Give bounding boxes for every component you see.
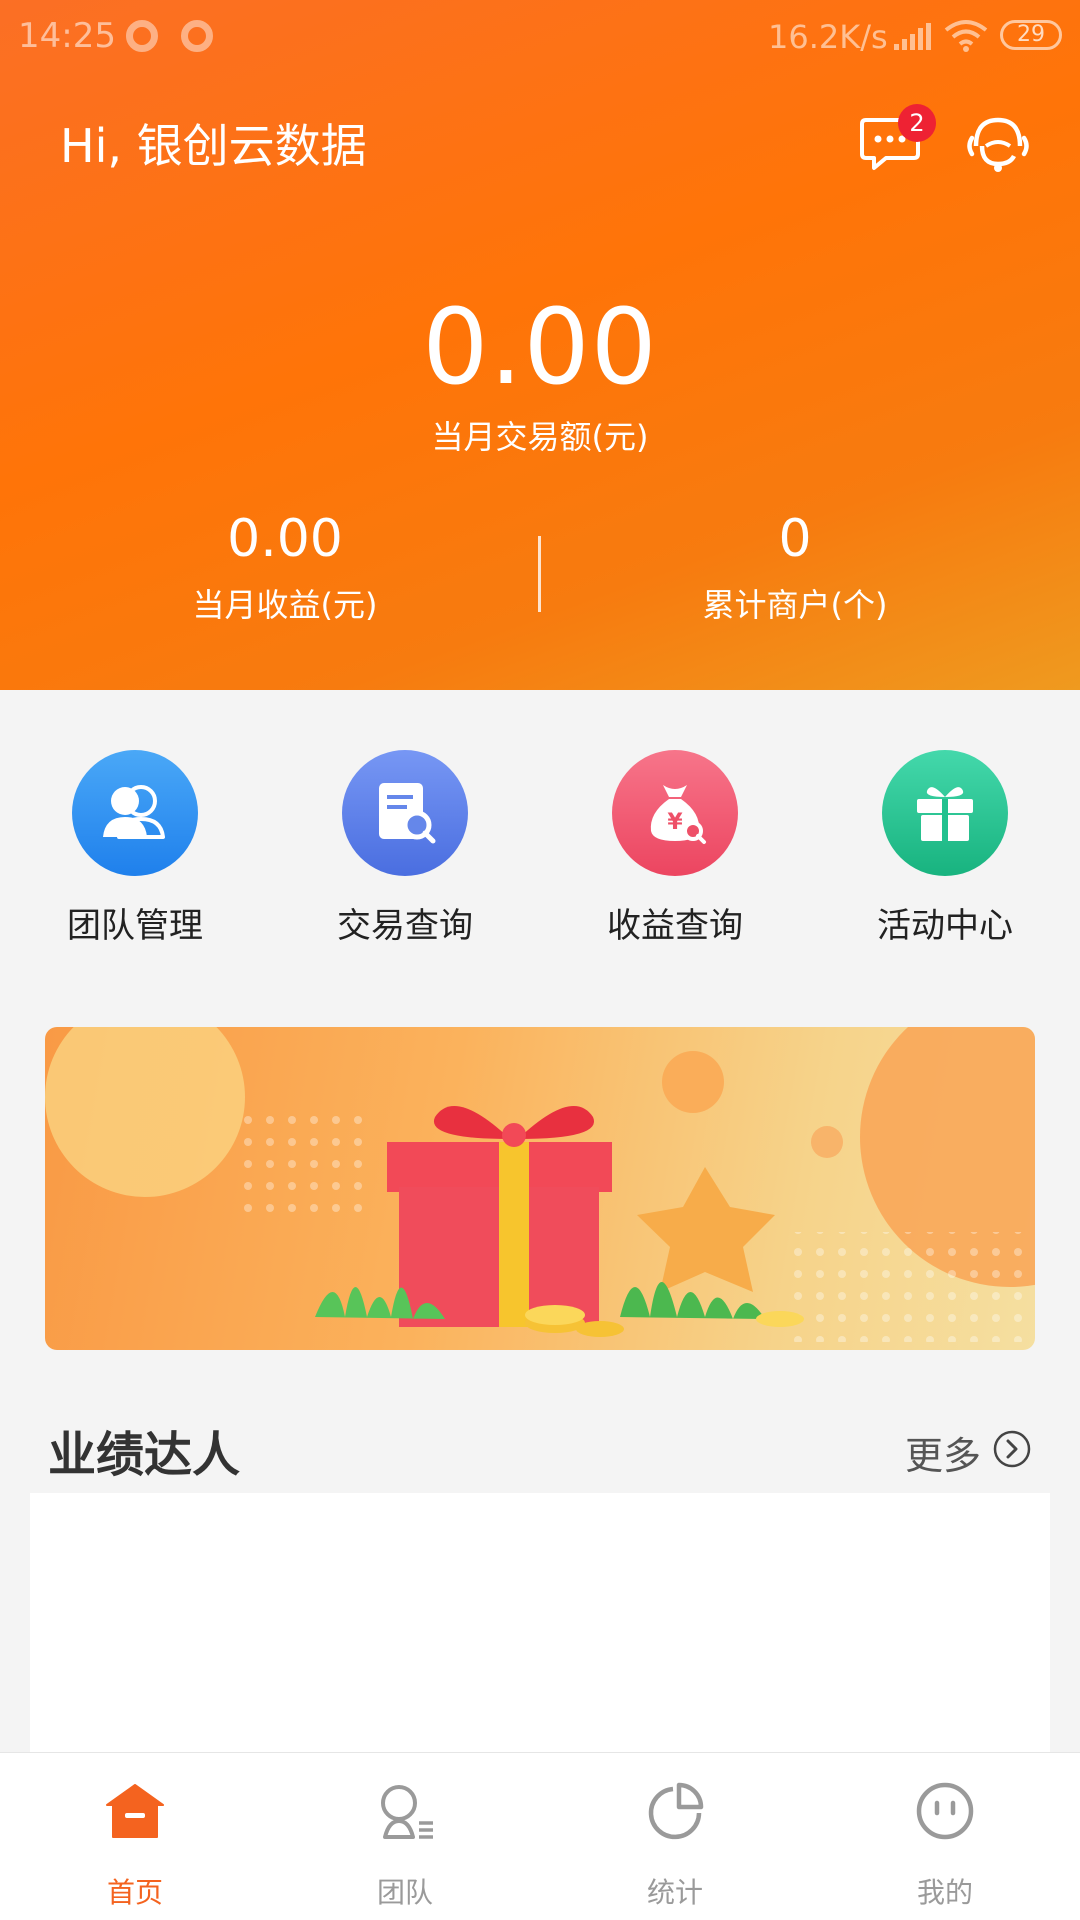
gift-icon bbox=[882, 750, 1008, 876]
signal-icon bbox=[894, 23, 931, 50]
month-income-value: 0.00 bbox=[227, 509, 343, 569]
quick-menu: 团队管理 交易查询 ¥ 收益查询 活动中心 bbox=[0, 748, 1080, 948]
menu-item-income[interactable]: ¥ 收益查询 bbox=[540, 748, 810, 947]
total-merchants-value: 0 bbox=[778, 509, 812, 569]
transaction-search-icon bbox=[342, 750, 468, 876]
tab-label: 统计 bbox=[646, 1876, 703, 1909]
month-amount-label: 当月交易额(元) bbox=[431, 418, 649, 456]
promo-banner[interactable] bbox=[45, 1027, 1035, 1350]
menu-label: 收益查询 bbox=[607, 906, 743, 946]
header-panel: 14:25 16.2K/s 29 Hi, 银创云数据 2 0.00 当月交易额(… bbox=[0, 0, 1080, 690]
total-merchants-label: 累计商户(个) bbox=[702, 586, 888, 624]
month-income-stat: 0.00 当月收益(元) bbox=[15, 508, 555, 626]
menu-item-activity[interactable]: 活动中心 bbox=[810, 748, 1080, 947]
chevron-right-icon[interactable] bbox=[992, 1429, 1032, 1469]
tab-label: 首页 bbox=[106, 1876, 163, 1909]
menu-item-transaction[interactable]: 交易查询 bbox=[270, 748, 540, 947]
status-bar: 14:25 16.2K/s 29 bbox=[0, 0, 1080, 74]
tab-stats[interactable]: 统计 bbox=[540, 1753, 810, 1920]
customer-service-icon[interactable] bbox=[964, 112, 1032, 178]
team-tab-icon bbox=[381, 1785, 433, 1839]
tab-team[interactable]: 团队 bbox=[270, 1753, 540, 1920]
menu-label: 交易查询 bbox=[337, 906, 473, 946]
profile-icon bbox=[916, 1782, 974, 1840]
menu-item-team[interactable]: 团队管理 bbox=[0, 748, 270, 947]
notification-dot-icon bbox=[181, 20, 213, 52]
notification-dot-icon bbox=[126, 20, 158, 52]
network-speed: 16.2K/s bbox=[768, 18, 888, 56]
month-income-label: 当月收益(元) bbox=[192, 586, 378, 624]
message-badge: 2 bbox=[898, 104, 936, 142]
tab-home[interactable]: 首页 bbox=[0, 1753, 270, 1920]
income-search-icon: ¥ bbox=[612, 750, 738, 876]
stats-icon bbox=[648, 1782, 704, 1840]
more-link[interactable]: 更多 bbox=[905, 1425, 981, 1480]
menu-label: 活动中心 bbox=[877, 906, 1013, 946]
wifi-icon bbox=[944, 20, 988, 52]
menu-label: 团队管理 bbox=[67, 906, 203, 946]
month-amount-value: 0.00 bbox=[422, 286, 658, 408]
top-performers-list bbox=[30, 1493, 1050, 1753]
tab-profile[interactable]: 我的 bbox=[810, 1753, 1080, 1920]
tab-label: 我的 bbox=[916, 1876, 973, 1909]
home-icon bbox=[106, 1784, 164, 1838]
section-title: 业绩达人 bbox=[48, 1427, 241, 1483]
svg-text:¥: ¥ bbox=[667, 810, 683, 835]
status-time: 14:25 bbox=[18, 16, 116, 56]
gift-box-illustration bbox=[45, 1027, 1035, 1342]
battery-icon: 29 bbox=[1000, 20, 1062, 50]
bottom-tab-bar: 首页 团队 统计 我的 bbox=[0, 1752, 1080, 1920]
team-icon bbox=[72, 750, 198, 876]
greeting-text: Hi, 银创云数据 bbox=[60, 119, 367, 173]
total-merchants-stat: 0 累计商户(个) bbox=[525, 508, 1065, 626]
tab-label: 团队 bbox=[376, 1876, 433, 1909]
